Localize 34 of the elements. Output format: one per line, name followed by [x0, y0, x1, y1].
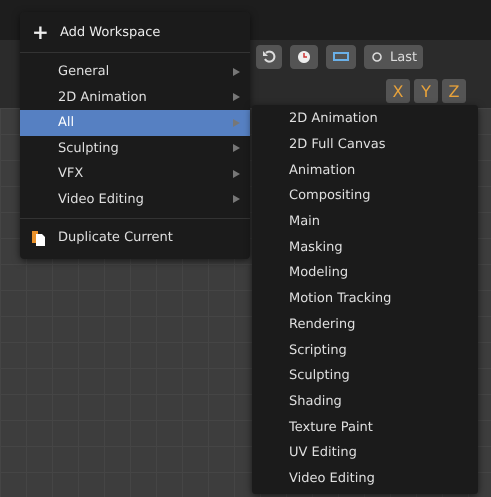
undo-icon[interactable] — [256, 45, 282, 69]
menu-item[interactable]: 2D Animation — [20, 84, 250, 110]
submenu-arrow-icon — [233, 195, 240, 204]
submenu-item[interactable]: Compositing — [252, 183, 478, 209]
submenu-item[interactable]: Rendering — [252, 312, 478, 338]
menu-item[interactable]: VFX — [20, 161, 250, 186]
submenu-arrow-icon — [233, 144, 240, 152]
submenu-item[interactable]: Masking — [252, 234, 478, 260]
submenu-item[interactable]: Motion Tracking — [252, 286, 478, 312]
submenu-arrow-icon — [233, 118, 240, 127]
document-icon — [32, 230, 46, 246]
submenu-item[interactable]: 2D Full Canvas — [252, 132, 478, 158]
submenu-item[interactable]: UV Editing — [252, 440, 478, 466]
submenu-arrow-icon — [233, 170, 240, 178]
menu-item[interactable]: Video Editing — [20, 186, 250, 212]
submenu-item[interactable]: Main — [252, 208, 478, 234]
clock-icon[interactable] — [290, 45, 318, 69]
add-workspace-item[interactable]: + Add Workspace — [20, 18, 250, 46]
submenu-item[interactable]: Animation — [252, 157, 478, 184]
last-button[interactable]: Last — [364, 45, 424, 69]
submenu-item[interactable]: Scripting — [252, 337, 478, 363]
submenu-arrow-icon — [233, 93, 240, 102]
menu-item[interactable]: General — [20, 59, 250, 84]
loop-icon[interactable] — [326, 45, 356, 69]
menu-item[interactable]: All — [20, 110, 250, 136]
submenu-arrow-icon — [233, 68, 240, 76]
submenu-item[interactable]: Sculpting — [252, 362, 478, 389]
submenu-item[interactable]: Video Editing — [252, 466, 478, 492]
submenu-item[interactable]: Shading — [252, 388, 478, 414]
submenu-item[interactable]: 2D Animation — [252, 106, 478, 132]
submenu-item[interactable]: Modeling — [252, 260, 478, 286]
menu-item[interactable]: Sculpting — [20, 136, 250, 161]
submenu-item[interactable]: Texture Paint — [252, 414, 478, 440]
duplicate-item[interactable]: Duplicate Current — [20, 225, 250, 250]
